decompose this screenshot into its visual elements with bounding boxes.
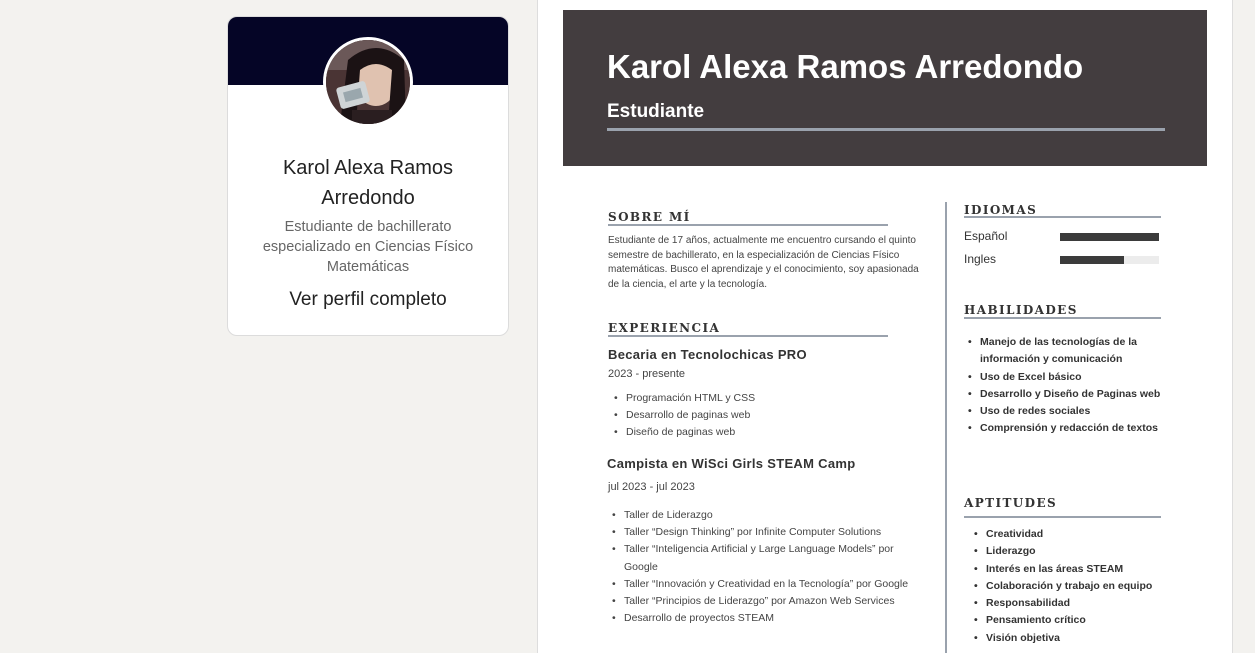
list-item: Manejo de las tecnologías de la informac…	[964, 334, 1164, 369]
list-item: Diseño de paginas web	[610, 424, 930, 441]
resume-role: Estudiante	[607, 101, 705, 122]
about-title: SOBRE MÍ	[608, 210, 691, 224]
aptitudes-rule	[964, 516, 1161, 518]
resume-name: Karol Alexa Ramos Arredondo	[607, 48, 1084, 85]
list-item: Liderazgo	[970, 543, 1170, 561]
list-item: Pensamiento crítico	[970, 612, 1170, 630]
skills-title: HABILIDADES	[964, 303, 1078, 317]
skills-rule	[964, 317, 1161, 319]
list-item: Responsabilidad	[970, 595, 1170, 613]
languages-title: IDIOMAS	[964, 203, 1038, 217]
language-level-bar	[1060, 233, 1159, 241]
list-item: Programación HTML y CSS	[610, 390, 930, 407]
list-item: Desarrollo y Diseño de Paginas web	[964, 386, 1164, 404]
view-full-profile-link[interactable]: Ver perfil completo	[228, 289, 508, 311]
column-divider	[945, 202, 947, 653]
list-item: Creatividad	[970, 526, 1170, 544]
list-item: Comprensión y redacción de textos	[964, 420, 1164, 438]
language-label: Español	[964, 229, 1008, 243]
job-date-1: 2023 - presente	[608, 368, 686, 380]
profile-card: Karol Alexa Ramos Arredondo Estudiante d…	[227, 16, 509, 336]
experience-title: EXPERIENCIA	[608, 321, 721, 335]
job-items-1: Programación HTML y CSS Desarrollo de pa…	[610, 390, 930, 442]
list-item: Taller de Liderazgo	[608, 507, 930, 524]
language-label: Ingles	[964, 252, 997, 266]
experience-rule	[608, 335, 888, 337]
languages-rule	[964, 216, 1161, 218]
list-item: Taller “Design Thinking” por Infinite Co…	[608, 524, 930, 541]
aptitudes-list: Creatividad Liderazgo Interés en las áre…	[970, 526, 1170, 647]
about-rule	[608, 224, 888, 226]
list-item: Uso de Excel básico	[964, 369, 1164, 387]
avatar[interactable]	[323, 37, 413, 127]
list-item: Taller “Innovación y Creatividad en la T…	[608, 576, 930, 593]
list-item: Colaboración y trabajo en equipo	[970, 578, 1170, 596]
job-title-2: Campista en WiSci Girls STEAM Camp	[607, 456, 856, 471]
about-text: Estudiante de 17 años, actualmente me en…	[608, 235, 919, 290]
job-items-2: Taller de Liderazgo Taller “Design Think…	[608, 507, 930, 628]
job-title-1: Becaria en Tecnolochicas PRO	[608, 347, 807, 362]
profile-description: Estudiante de bachillerato especializado…	[262, 219, 474, 275]
list-item: Visión objetiva	[970, 630, 1170, 648]
list-item: Interés en las áreas STEAM	[970, 561, 1170, 579]
aptitudes-title: APTITUDES	[964, 496, 1058, 510]
skills-list: Manejo de las tecnologías de la informac…	[964, 334, 1164, 438]
language-level-fill	[1060, 256, 1125, 264]
list-item: Desarrollo de paginas web	[610, 407, 930, 424]
resume-header: Karol Alexa Ramos Arredondo Estudiante	[563, 10, 1207, 166]
header-rule	[607, 128, 1165, 131]
list-item: Taller “Principios de Liderazgo” por Ama…	[608, 593, 930, 610]
list-item: Taller “Inteligencia Artificial y Large …	[608, 541, 930, 575]
profile-name: Karol Alexa Ramos Arredondo	[282, 157, 454, 209]
list-item: Desarrollo de proyectos STEAM	[608, 610, 930, 627]
job-date-2: jul 2023 - jul 2023	[608, 481, 695, 493]
language-level-fill	[1060, 233, 1159, 241]
resume-document: Karol Alexa Ramos Arredondo Estudiante S…	[537, 0, 1233, 653]
list-item: Uso de redes sociales	[964, 403, 1164, 421]
language-level-bar	[1060, 256, 1159, 264]
